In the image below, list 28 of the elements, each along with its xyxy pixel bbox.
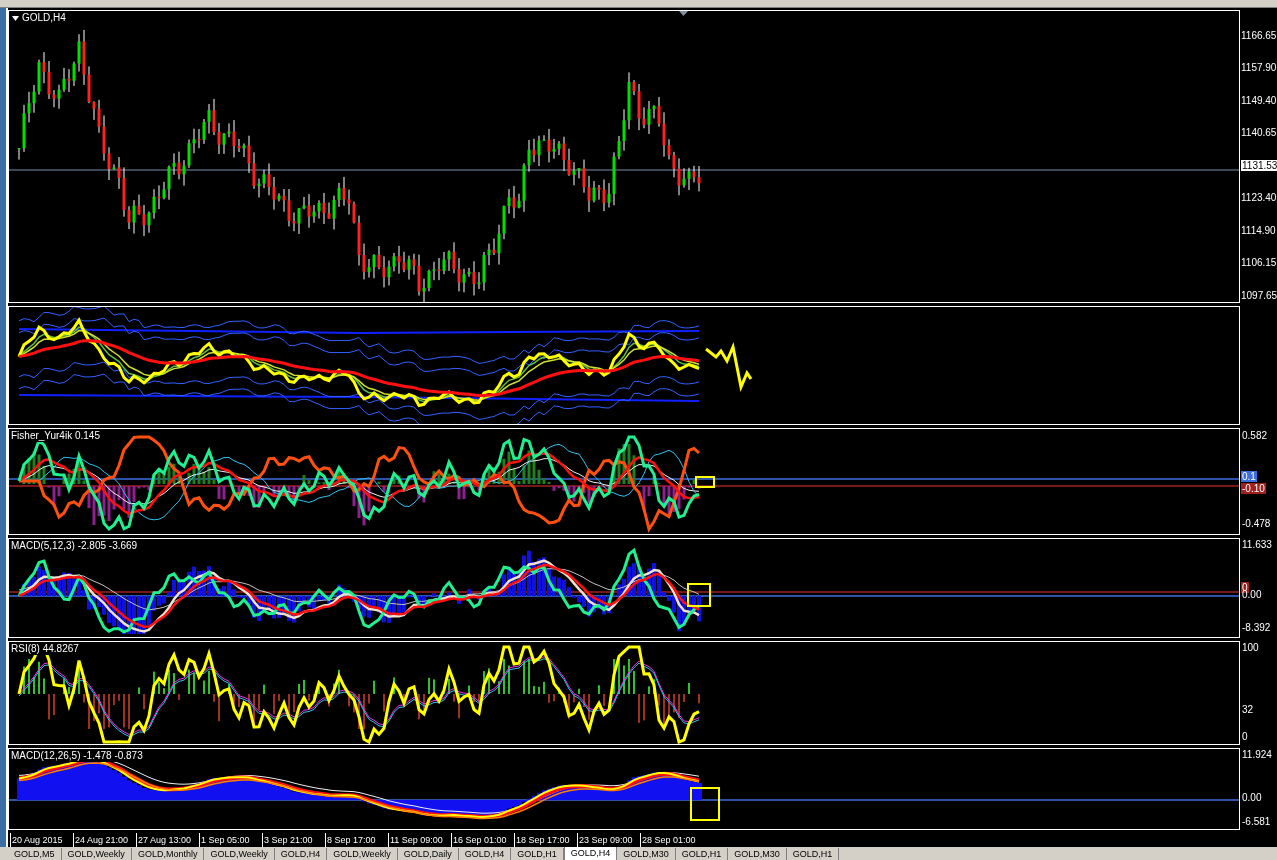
axis-label: 0.00 xyxy=(1242,589,1262,601)
indicator-label: Fisher_Yur4ik 0.145 xyxy=(11,430,100,443)
axis-label: 1166.65 xyxy=(1241,30,1277,41)
axis-label: 32 xyxy=(1242,703,1254,715)
chart-title: GOLD,H4 xyxy=(22,12,66,24)
axis-label: 1140.65 xyxy=(1241,127,1277,139)
axis-label: 1097.65 xyxy=(1241,289,1277,301)
chart-tab[interactable]: GOLD,H4 xyxy=(563,847,618,860)
axis-label: 11.633 xyxy=(1242,539,1272,551)
axis-label: -6.581 xyxy=(1242,816,1271,828)
indicator-label: MACD(5,12,3) -2.805 -3.669 xyxy=(11,540,138,553)
axis-label: -8.392 xyxy=(1242,622,1271,634)
axis-label: 1106.15 xyxy=(1241,257,1277,269)
axis-label: 1123.40 xyxy=(1241,192,1277,204)
axis-label: 1157.90 xyxy=(1241,62,1277,74)
axis-label: 100 xyxy=(1242,641,1259,653)
indicator-label: RSI(8) 44.8267 xyxy=(11,642,79,655)
axis-value-tag: 0.1 xyxy=(1241,471,1257,483)
axis-label: 1149.40 xyxy=(1241,94,1277,106)
indicator-label: MACD(12,26,5) -1.478 -0.873 xyxy=(11,750,143,763)
axis-value-tag: -0.10 xyxy=(1241,483,1266,495)
current-price-tag: 1131.53 xyxy=(1241,159,1277,171)
axis-label: 11.924 xyxy=(1242,749,1272,761)
axis-label: 0.582 xyxy=(1242,430,1268,442)
axis-label: 0.00 xyxy=(1242,792,1262,804)
axis-label: 1114.90 xyxy=(1241,224,1277,236)
axis-label: 0 xyxy=(1242,730,1248,742)
axis-label: -0.478 xyxy=(1242,518,1271,530)
